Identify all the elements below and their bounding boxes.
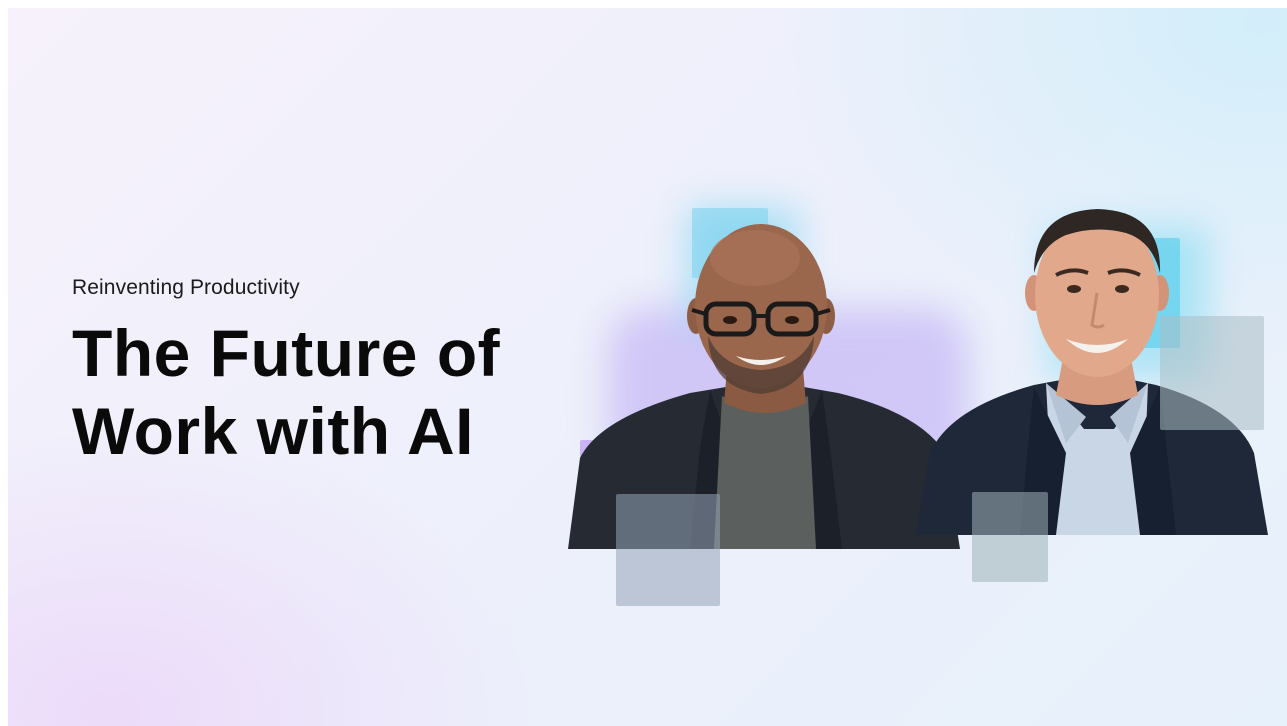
hero-banner: Reinventing Productivity The Future of W… [8, 8, 1287, 726]
glass-square-bottom-left [616, 494, 720, 606]
title-line-1: The Future of [72, 316, 501, 390]
eyebrow-subtitle: Reinventing Productivity [72, 276, 300, 299]
glass-square-right [1160, 316, 1264, 430]
glass-square-bottom-mid [972, 492, 1048, 582]
page-title: The Future of Work with AI [72, 314, 500, 470]
title-line-2: Work with AI [72, 394, 474, 468]
